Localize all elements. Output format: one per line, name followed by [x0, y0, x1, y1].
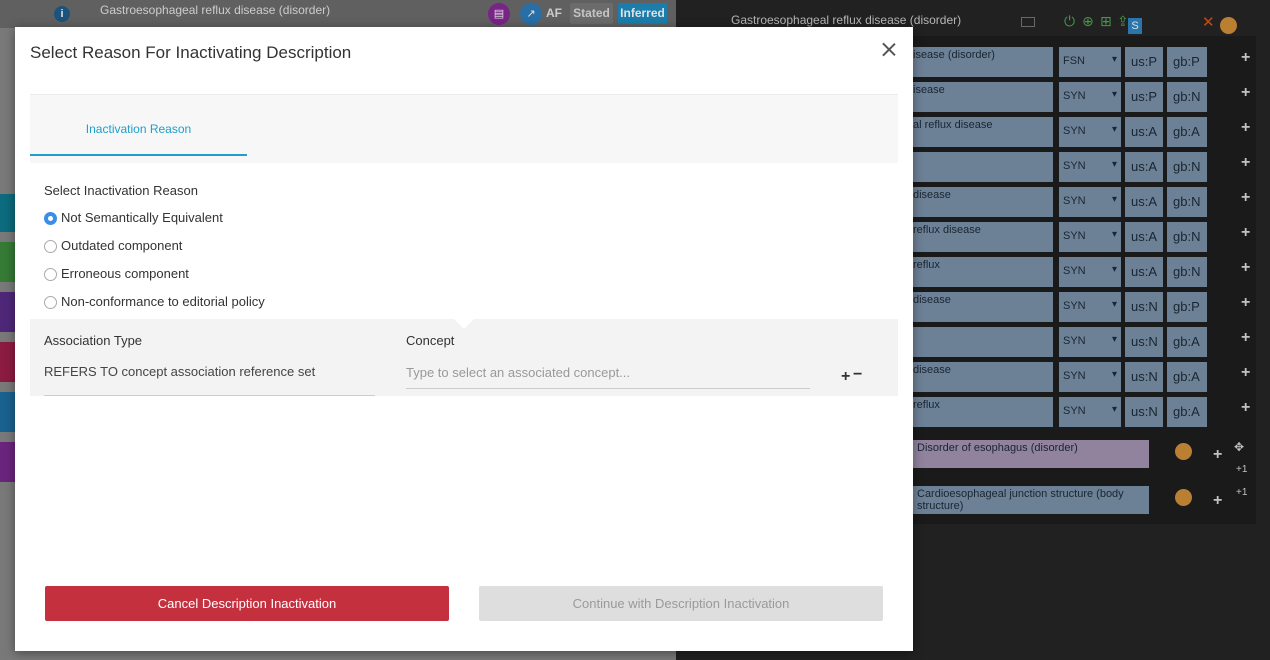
association-panel: Association Type REFERS TO concept assoc… [30, 319, 898, 396]
dialog-tab-bar: Inactivation Reason [30, 94, 898, 163]
remove-concept-button[interactable]: − [853, 366, 862, 384]
radio-button[interactable] [44, 268, 57, 281]
tab-inactivation-reason[interactable]: Inactivation Reason [30, 95, 247, 156]
association-type-label: Association Type [44, 333, 143, 348]
continue-inactivation-button[interactable]: Continue with Description Inactivation [479, 586, 883, 621]
reason-option-label: Not Semantically Equivalent [61, 210, 223, 225]
add-concept-button[interactable]: + [841, 368, 850, 386]
radio-button[interactable] [44, 212, 57, 225]
reason-option-label: Erroneous component [61, 266, 189, 281]
dialog-title: Select Reason For Inactivating Descripti… [30, 43, 352, 62]
panel-notch [454, 319, 474, 329]
inactivation-dialog: Select Reason For Inactivating Descripti… [15, 27, 913, 651]
reason-option-label: Non-conformance to editorial policy [61, 294, 265, 309]
inactivation-reason-heading: Select Inactivation Reason [44, 183, 198, 198]
concept-search-input[interactable] [406, 357, 810, 389]
reason-option-label: Outdated component [61, 238, 183, 253]
association-type-select[interactable]: REFERS TO concept association reference … [44, 364, 375, 396]
radio-button[interactable] [44, 296, 57, 309]
close-icon[interactable] [879, 40, 899, 60]
radio-button[interactable] [44, 240, 57, 253]
concept-label: Concept [406, 333, 455, 348]
cancel-inactivation-button[interactable]: Cancel Description Inactivation [45, 586, 449, 621]
